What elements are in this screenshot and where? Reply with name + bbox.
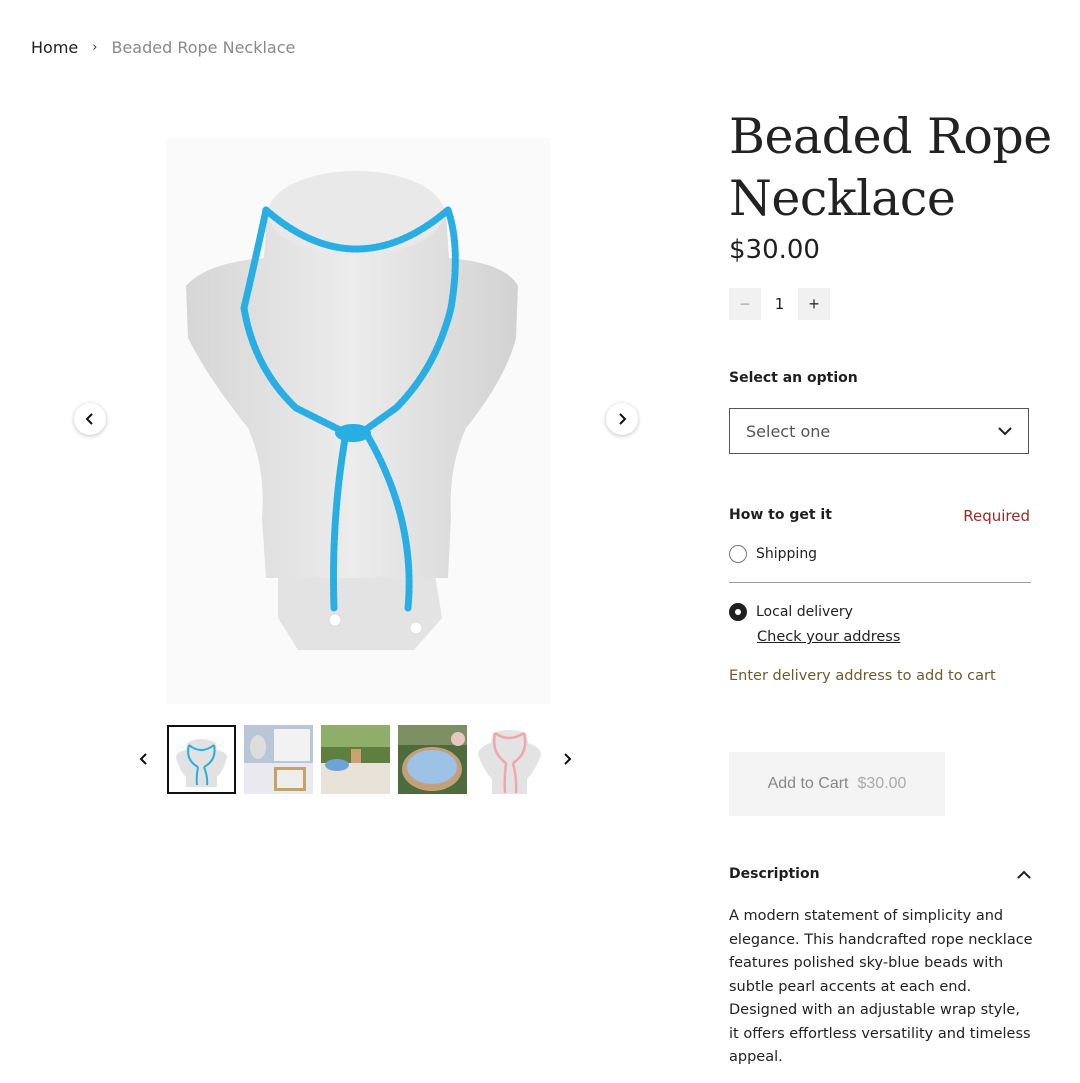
shipping-label: Shipping (756, 546, 818, 562)
product-price: $30.00 (729, 235, 820, 265)
shipping-radio[interactable] (729, 545, 747, 563)
thumbnail-image (475, 725, 544, 794)
chevron-down-icon (998, 426, 1012, 435)
option-label: Select an option (729, 370, 858, 386)
option-select[interactable]: Select one (729, 408, 1029, 454)
quantity-stepper: − 1 + (729, 288, 830, 320)
next-image-button[interactable] (606, 403, 638, 435)
necklace-on-bust-image (166, 138, 550, 704)
add-to-cart-label: Add to Cart (767, 775, 849, 792)
add-to-cart-button[interactable]: Add to Cart $30.00 (729, 752, 945, 816)
thumbnail-bowl-of-necklaces[interactable] (398, 725, 467, 794)
chevron-right-icon (564, 753, 572, 765)
option-select-value: Select one (746, 421, 831, 441)
breadcrumb-home-link[interactable]: Home (31, 38, 78, 57)
quantity-decrease-button[interactable]: − (729, 288, 761, 320)
thumbnail-image (167, 725, 236, 794)
minus-icon: − (739, 293, 751, 314)
thumbnail-pink-necklace-bust[interactable] (475, 725, 544, 794)
previous-image-button[interactable] (74, 403, 106, 435)
chevron-up-icon (1017, 870, 1031, 879)
thumbnail-blue-necklace-bust[interactable] (167, 725, 236, 794)
thumbnail-image (398, 725, 467, 794)
fulfillment-label: How to get it (729, 507, 832, 523)
chevron-left-icon (139, 753, 147, 765)
local-delivery-radio[interactable] (729, 603, 747, 621)
chevron-right-icon: › (92, 40, 98, 55)
thumbnails-next-button[interactable] (557, 748, 577, 770)
thumbnails-prev-button[interactable] (134, 748, 154, 770)
thumbnail-image (321, 725, 390, 794)
quantity-increase-button[interactable]: + (798, 288, 830, 320)
plus-icon: + (808, 293, 820, 314)
shipping-option[interactable]: Shipping (729, 545, 817, 563)
local-delivery-option[interactable]: Local delivery (729, 603, 853, 621)
chevron-right-icon (619, 413, 627, 425)
description-toggle[interactable]: Description (729, 866, 1031, 882)
delivery-note: Enter delivery address to add to cart (729, 668, 996, 684)
breadcrumb-current: Beaded Rope Necklace (111, 38, 296, 57)
product-title: Beaded Rope Necklace (729, 108, 1052, 227)
add-to-cart-price: $30.00 (857, 775, 907, 792)
divider (729, 582, 1031, 583)
description-title: Description (729, 866, 820, 882)
required-indicator: Required (963, 507, 1030, 525)
local-delivery-label: Local delivery (756, 604, 853, 620)
chevron-left-icon (85, 413, 93, 425)
thumbnail-image (244, 725, 313, 794)
main-product-image (166, 138, 550, 704)
description-text: A modern statement of simplicity and ele… (729, 908, 1033, 1065)
thumbnail-outdoor-vendor-table[interactable] (321, 725, 390, 794)
quantity-value[interactable]: 1 (761, 295, 798, 313)
breadcrumb: Home › Beaded Rope Necklace (31, 38, 295, 57)
check-address-link[interactable]: Check your address (757, 629, 900, 645)
thumbnail-market-display-table[interactable] (244, 725, 313, 794)
